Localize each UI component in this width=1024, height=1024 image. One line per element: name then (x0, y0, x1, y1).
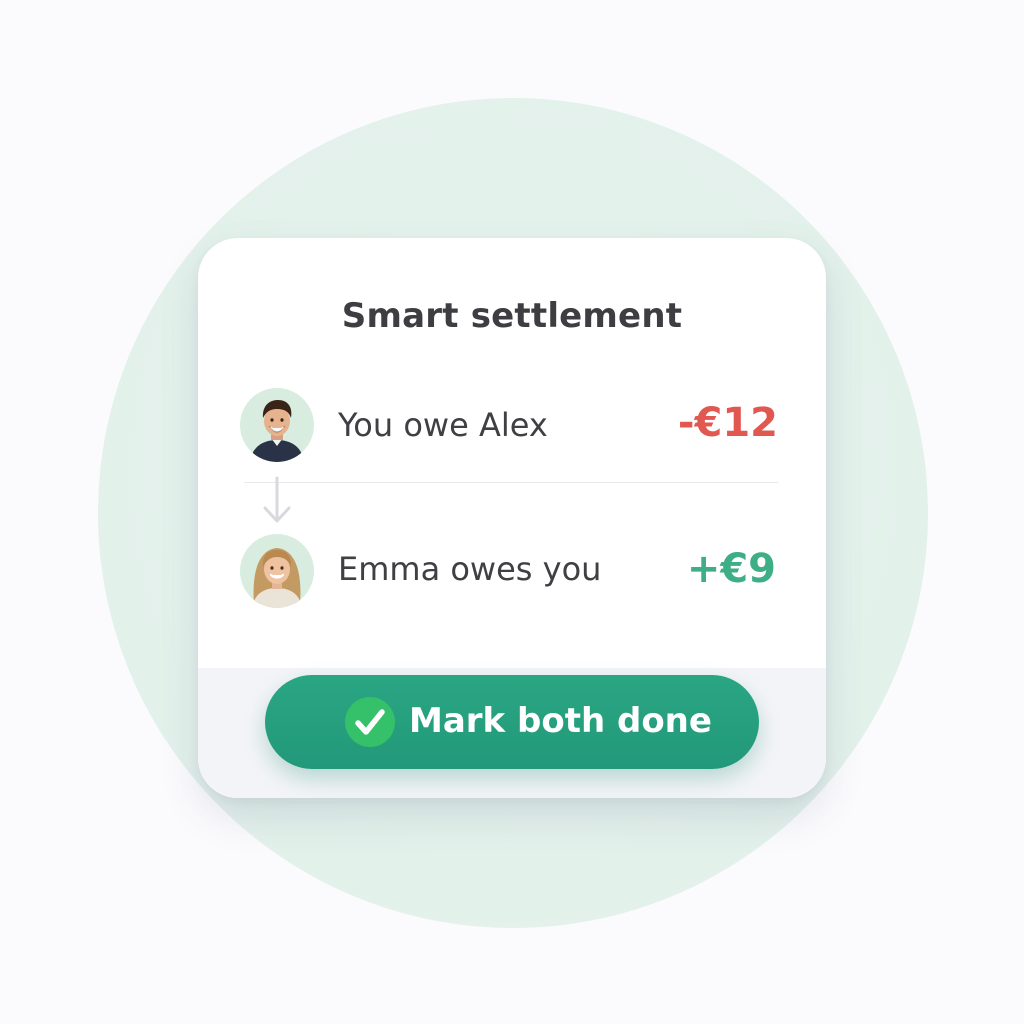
row-text-alex: You owe Alex (338, 406, 548, 444)
row-divider (244, 482, 778, 483)
stage: Smart settlement You owe Alex -€12 Emma … (0, 0, 1024, 1024)
mark-both-done-button[interactable]: Mark both done (265, 675, 759, 769)
woman-avatar-icon (240, 534, 314, 608)
avatar-emma (240, 534, 314, 608)
man-avatar-icon (240, 388, 314, 462)
avatar-alex (240, 388, 314, 462)
amount-emma: +€9 (686, 546, 776, 592)
mark-both-done-label: Mark both done (409, 701, 712, 741)
settlement-card: Smart settlement You owe Alex -€12 Emma … (198, 238, 826, 798)
arrow-down-icon (263, 476, 291, 523)
amount-alex: -€12 (677, 400, 778, 446)
checkmark-icon (345, 697, 395, 747)
row-text-emma: Emma owes you (338, 550, 602, 588)
card-title: Smart settlement (341, 296, 683, 336)
